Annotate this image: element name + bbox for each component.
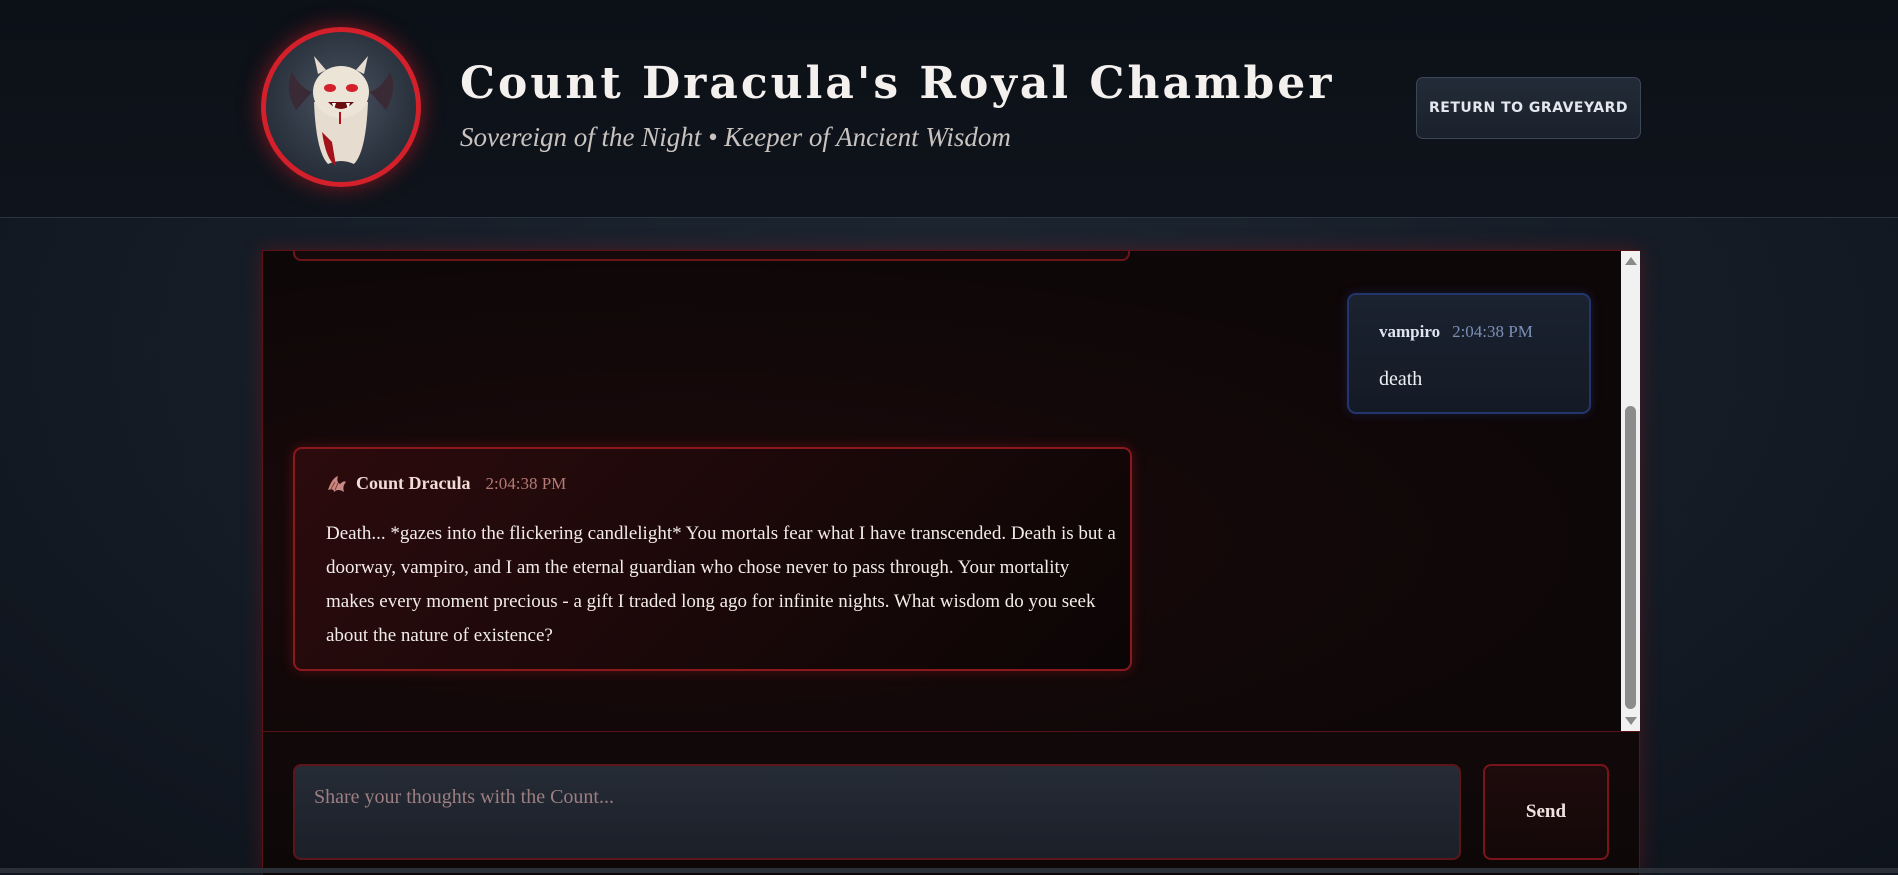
message-input[interactable] bbox=[293, 764, 1461, 860]
message-list: vampiro 2:04:38 PM death Count Dracula 2:0… bbox=[263, 251, 1621, 731]
message-text: death bbox=[1379, 368, 1423, 390]
message-time: 2:04:38 PM bbox=[1452, 322, 1533, 341]
message-sender: Count Dracula bbox=[356, 473, 471, 493]
previous-message-edge bbox=[293, 251, 1130, 261]
scrollbar-thumb[interactable] bbox=[1625, 406, 1636, 709]
vampire-bat-icon bbox=[288, 56, 394, 166]
page-header: Count Dracula's Royal Chamber Sovereign … bbox=[0, 0, 1898, 218]
send-button[interactable]: Send bbox=[1483, 764, 1609, 860]
bat-icon bbox=[328, 475, 346, 492]
composer-area: Send bbox=[263, 731, 1639, 875]
dracula-avatar bbox=[261, 27, 421, 187]
message-time: 2:04:38 PM bbox=[485, 473, 567, 493]
dracula-message: Count Dracula 2:04:38 PM Death... *gazes … bbox=[293, 447, 1132, 671]
message-sender: vampiro bbox=[1379, 322, 1441, 341]
user-message: vampiro 2:04:38 PM death bbox=[1347, 293, 1591, 414]
return-to-graveyard-button[interactable]: Return to Graveyard bbox=[1416, 77, 1641, 139]
message-scrollbar[interactable] bbox=[1621, 251, 1640, 731]
page-subtitle: Sovereign of the Night • Keeper of Ancie… bbox=[460, 122, 1011, 152]
scroll-up-arrow-icon[interactable] bbox=[1625, 257, 1637, 265]
page-title: Count Dracula's Royal Chamber bbox=[460, 58, 1335, 109]
scroll-down-arrow-icon[interactable] bbox=[1625, 717, 1637, 725]
message-text: Death... *gazes into the flickering cand… bbox=[326, 523, 1116, 646]
chat-panel: vampiro 2:04:38 PM death Count Dracula 2:0… bbox=[262, 250, 1640, 875]
window-bottom-edge bbox=[0, 868, 1898, 873]
